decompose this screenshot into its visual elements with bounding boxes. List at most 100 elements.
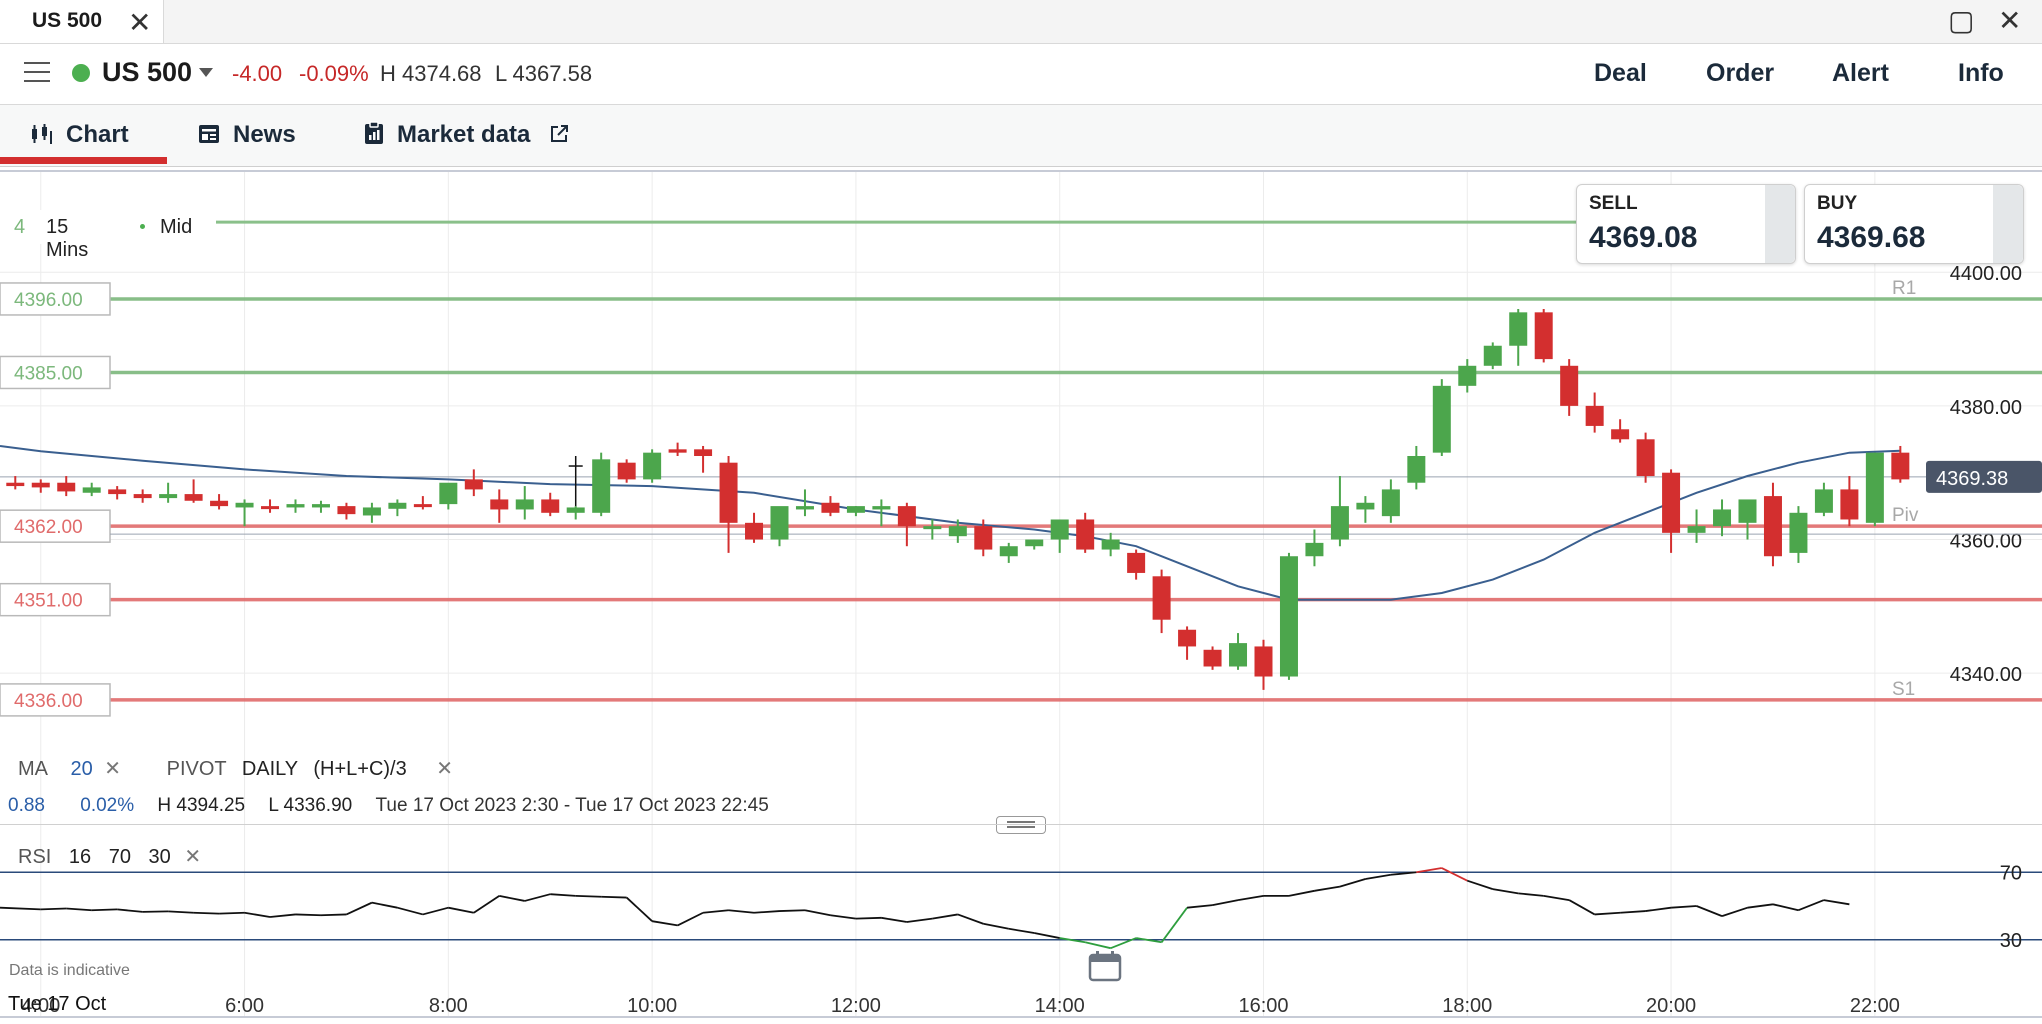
rsi-segment <box>601 895 627 899</box>
rsi-segment <box>575 894 602 898</box>
level-tag-label: 4362.00 <box>14 517 83 538</box>
rsi-segment <box>422 906 449 916</box>
rsi-segment <box>1365 873 1392 880</box>
x-tick-label: 8:00 <box>429 995 468 1017</box>
candle-body <box>311 504 330 508</box>
rsi-segment <box>117 908 143 913</box>
candle-body <box>821 502 840 513</box>
candle-body <box>719 462 738 523</box>
rsi-segment <box>193 911 220 915</box>
timeframe-selector[interactable]: 15 Mins <box>46 216 88 262</box>
candle-body <box>1611 429 1630 440</box>
sell-quote-button[interactable]: SELL 4369.08 <box>1576 184 1796 264</box>
candle-body <box>337 506 356 515</box>
x-tick-label: 16:00 <box>1238 995 1288 1017</box>
summary-high: H 4394.25 <box>157 795 246 816</box>
candle-body <box>592 459 611 513</box>
rsi-segment <box>626 896 653 922</box>
rsi-segment <box>1160 907 1188 943</box>
candle-body <box>897 506 916 527</box>
candle-body <box>464 479 483 490</box>
candle-body <box>541 499 560 513</box>
candle-body <box>1101 539 1120 550</box>
cut-level-label: 4 <box>14 216 26 238</box>
rsi-segment <box>1441 867 1468 882</box>
pane-resize-handle[interactable] <box>996 816 1046 834</box>
rsi-segment <box>524 893 551 902</box>
candle-body <box>1687 526 1706 533</box>
sell-quote-side <box>1765 185 1795 263</box>
rsi-segment <box>244 911 271 918</box>
pivot-period[interactable]: DAILY <box>242 758 298 780</box>
ma-label: MA <box>18 758 47 780</box>
candle-body <box>1814 489 1833 513</box>
candle-body <box>1509 312 1528 346</box>
summary-low: L 4336.90 <box>268 795 353 816</box>
rsi-upper[interactable]: 70 <box>109 846 131 868</box>
candle-body <box>1152 576 1171 620</box>
rsi-segment <box>1186 904 1213 909</box>
level-tag-label: 4385.00 <box>14 363 83 384</box>
chart-bottom-border <box>0 1016 2042 1018</box>
rsi-segment <box>1237 894 1264 901</box>
rsi-segment <box>1696 905 1723 917</box>
rsi-segment <box>0 906 41 911</box>
rsi-segment <box>804 909 831 917</box>
rsi-segment <box>983 922 1009 930</box>
candle-body <box>362 507 381 516</box>
candle-body <box>1127 552 1146 573</box>
rsi-segment <box>371 901 398 909</box>
rsi-segment <box>1314 885 1341 892</box>
remove-ma-icon[interactable]: ✕ <box>104 758 121 780</box>
rsi-segment <box>295 913 321 917</box>
candle-body <box>235 502 254 508</box>
candle-body <box>1305 542 1324 557</box>
rsi-segment <box>1543 894 1570 901</box>
candle-body <box>82 487 101 493</box>
calendar-icon[interactable] <box>1088 950 1122 987</box>
candle-body <box>286 504 305 508</box>
rsi-segment <box>753 910 780 914</box>
summary-change: 0.88 <box>8 795 45 816</box>
rsi-segment <box>320 913 347 917</box>
candle-body <box>1891 452 1910 480</box>
buy-quote-button[interactable]: BUY 4369.68 <box>1804 184 2024 264</box>
price-chart[interactable]: 4:00 6:00 8:00 10:00 12:00 14:00 16:00 18:00 20:… <box>0 0 2042 1024</box>
x-tick-label: 18:00 <box>1442 995 1492 1017</box>
candle-body <box>617 462 636 480</box>
candle-body <box>1279 556 1298 677</box>
candle-body <box>1840 489 1859 520</box>
remove-pivot-icon[interactable]: ✕ <box>436 758 453 780</box>
pivot-formula[interactable]: (H+L+C)/3 <box>313 758 406 780</box>
x-tick-label: 10:00 <box>627 995 677 1017</box>
ma-period[interactable]: 20 <box>70 758 92 780</box>
candle-body <box>1789 512 1808 553</box>
candle-body <box>1534 312 1553 360</box>
candle-body <box>1662 472 1681 533</box>
candle-body <box>1025 539 1044 547</box>
candle-body <box>1254 646 1273 677</box>
rsi-segment <box>91 908 118 912</box>
rsi-level-label: 30 <box>2000 930 2022 952</box>
rsi-segment <box>677 911 704 927</box>
rsi-segment <box>142 910 169 913</box>
x-tick-label: 6:00 <box>225 995 264 1017</box>
summary-percent: 0.02% <box>80 795 135 816</box>
price-type-selector[interactable]: Mid <box>160 216 192 239</box>
separator-dot <box>140 224 145 229</box>
buy-price: 4369.68 <box>1817 221 1926 254</box>
candle-body <box>1203 649 1222 667</box>
rsi-lower[interactable]: 30 <box>149 846 171 868</box>
candle-body <box>999 546 1018 557</box>
candle-body <box>846 506 865 513</box>
rsi-segment <box>932 913 958 920</box>
rsi-segment <box>168 910 194 914</box>
remove-rsi-icon[interactable]: ✕ <box>184 846 201 868</box>
rsi-segment <box>499 894 525 902</box>
x-tick-label: 12:00 <box>831 995 881 1017</box>
rsi-segment <box>473 895 500 914</box>
rsi-period[interactable]: 16 <box>69 846 91 868</box>
candle-body <box>1865 452 1884 523</box>
candle-body <box>1560 365 1579 406</box>
rsi-segment <box>1772 903 1799 912</box>
